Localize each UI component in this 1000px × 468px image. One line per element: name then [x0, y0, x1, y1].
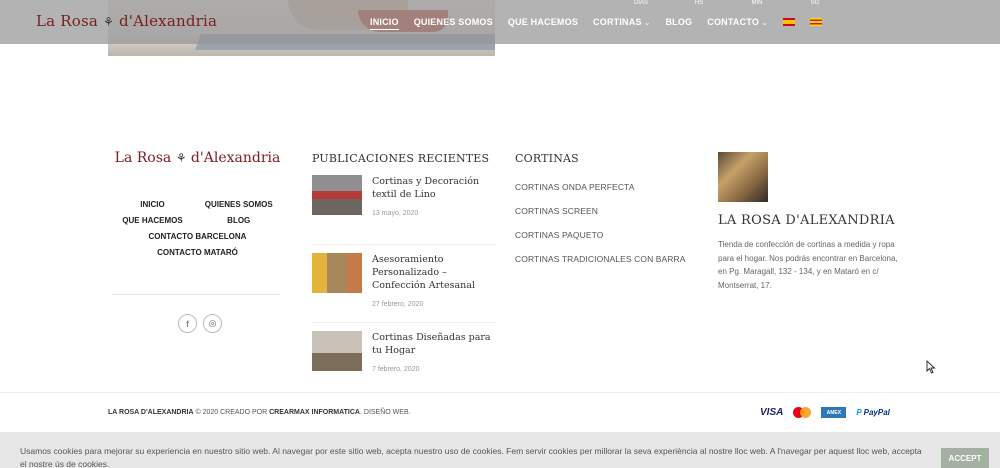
cortinas-list: CORTINAS ONDA PERFECTA CORTINAS SCREEN C… [515, 182, 705, 264]
recent-posts-column: PUBLICACIONES RECIENTES Cortinas y Decor… [312, 152, 497, 401]
post-date: 13 mayo, 2020 [372, 210, 419, 217]
footer-link-inicio[interactable]: INICIO [122, 200, 182, 209]
post-thumbnail[interactable] [312, 175, 362, 215]
post-thumbnail[interactable] [312, 331, 362, 371]
post-title[interactable]: Cortinas Diseñadas para tu Hogar [372, 331, 497, 357]
cortinas-column: CORTINAS CORTINAS ONDA PERFECTA CORTINAS… [515, 152, 705, 278]
paypal-icon: P PayPal [856, 408, 890, 417]
cortinas-link-screen[interactable]: CORTINAS SCREEN [515, 206, 705, 216]
rose-icon: ⚘ [103, 15, 114, 29]
catalonia-flag-icon[interactable] [809, 18, 822, 26]
rose-icon: ⚘ [175, 151, 187, 165]
payment-methods: VISA AMEX P PayPal [760, 407, 890, 418]
creator-link[interactable]: CREARMAX INFORMATICA [269, 409, 360, 416]
post-title[interactable]: Cortinas y Decoración textil de Lino [372, 175, 497, 201]
cortinas-link-tradicionales[interactable]: CORTINAS TRADICIONALES CON BARRA [515, 254, 705, 264]
post-date: 27 febrero, 2020 [372, 301, 424, 308]
cortinas-title: CORTINAS [515, 152, 579, 165]
post-title[interactable]: Asesoramiento Personalizado – Confección… [372, 253, 497, 292]
nav-contacto[interactable]: CONTACTO ⌄ [707, 17, 768, 30]
cortinas-link-paqueto[interactable]: CORTINAS PAQUETO [515, 230, 705, 240]
mouse-pointer-icon [926, 360, 936, 374]
post-thumbnail[interactable] [312, 253, 362, 293]
facebook-icon[interactable]: f [178, 314, 197, 333]
nav-blog[interactable]: BLOG [665, 17, 692, 30]
cookie-text: Usamos cookies para mejorar su experienc… [20, 446, 922, 468]
copyright-text: LA ROSA D'ALEXANDRIA © 2020 CREADO POR C… [108, 409, 411, 416]
mastercard-icon [793, 407, 812, 418]
footer-link-contacto-barcelona[interactable]: CONTACTO BARCELONA [122, 232, 272, 241]
recent-posts-title: PUBLICACIONES RECIENTES [312, 152, 490, 165]
nav-quienes-somos[interactable]: QUIENES SOMOS [414, 17, 493, 30]
chevron-down-icon: ⌄ [644, 20, 651, 27]
post-item: Cortinas y Decoración textil de Lino 13 … [312, 175, 497, 245]
instagram-icon[interactable]: ◎ [203, 314, 222, 333]
main-menu: INICIO QUIENES SOMOS QUE HACEMOS CORTINA… [370, 17, 822, 30]
nav-cortinas[interactable]: CORTINAS ⌄ [593, 17, 650, 30]
bottom-divider [0, 392, 1000, 393]
footer-logo[interactable]: La Rosa ⚘ d'Alexandria [110, 150, 285, 166]
footer-links: INICIO QUIENES SOMOS QUE HACEMOS BLOG CO… [110, 200, 285, 257]
post-item: Asesoramiento Personalizado – Confección… [312, 253, 497, 323]
nav-inicio[interactable]: INICIO [370, 17, 399, 30]
post-item: Cortinas Diseñadas para tu Hogar 7 febre… [312, 331, 497, 401]
social-links: f ◎ [178, 314, 222, 333]
footer-divider [112, 294, 280, 295]
paypal-p-icon: P [856, 408, 862, 417]
about-title: LA ROSA D'ALEXANDRIA [718, 213, 895, 228]
cookie-banner: Usamos cookies para mejorar su experienc… [0, 432, 1000, 468]
about-text: Tienda de confección de cortinas a medid… [718, 240, 898, 290]
shop-photo [718, 152, 768, 202]
footer-link-que-hacemos[interactable]: QUE HACEMOS [122, 216, 182, 225]
about-column: LA ROSA D'ALEXANDRIA Tienda de confecció… [718, 152, 904, 292]
spain-flag-icon[interactable] [782, 18, 795, 26]
top-navbar: La Rosa ⚘ d'Alexandria DIAS HS MIN SG IN… [0, 0, 1000, 44]
nav-que-hacemos[interactable]: QUE HACEMOS [508, 17, 578, 30]
countdown-labels: DIAS HS MIN SG [633, 0, 820, 6]
site-logo[interactable]: La Rosa ⚘ d'Alexandria [36, 12, 217, 30]
chevron-down-icon: ⌄ [761, 20, 768, 27]
footer-link-contacto-mataro[interactable]: CONTACTO MATARÓ [122, 248, 272, 257]
amex-icon: AMEX [821, 407, 847, 418]
post-date: 7 febrero, 2020 [372, 366, 420, 373]
footer-link-blog[interactable]: BLOG [205, 216, 273, 225]
footer-logo-column: La Rosa ⚘ d'Alexandria INICIO QUIENES SO… [110, 150, 285, 257]
cookie-accept-button[interactable]: ACCEPT [941, 448, 989, 468]
footer-link-quienes-somos[interactable]: QUIENES SOMOS [205, 200, 273, 209]
cortinas-link-onda-perfecta[interactable]: CORTINAS ONDA PERFECTA [515, 182, 705, 192]
visa-icon: VISA [760, 407, 784, 418]
